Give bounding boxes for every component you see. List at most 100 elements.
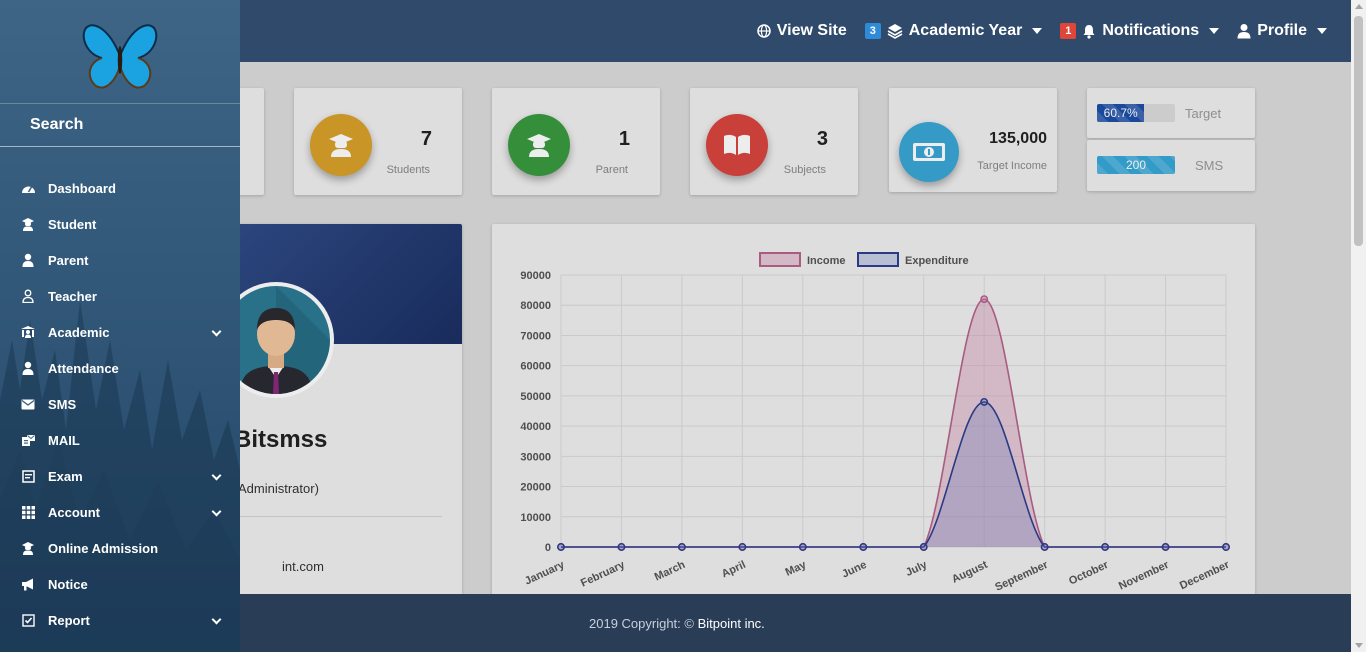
- notifications-badge: 1: [1060, 23, 1077, 39]
- students-count: 7: [420, 128, 432, 150]
- expenditure-point: [1040, 543, 1049, 551]
- exam-icon: [20, 469, 36, 483]
- x-tick-label: November: [1117, 559, 1171, 593]
- income-expenditure-chart: 0 10000 20000 30000 40000 50000 60000 70000 8000…: [520, 252, 1232, 594]
- sidebar-item-label: Online Admission: [48, 540, 159, 556]
- scroll-down-arrow-icon[interactable]: [1355, 643, 1363, 648]
- y-tick-label: 80000: [520, 300, 551, 312]
- sidebar-item-dashboard[interactable]: Dashboard: [0, 170, 240, 206]
- profile-role: Administrator): [238, 481, 319, 496]
- sms-progress-bar: 200: [1097, 156, 1175, 174]
- layers-icon: [887, 24, 903, 39]
- megaphone-icon: [20, 577, 36, 591]
- expenditure-legend-swatch: [857, 252, 899, 267]
- sms-progress-label: SMS: [1195, 158, 1224, 173]
- expenditure-point: [980, 397, 989, 406]
- income-line: [561, 298, 1226, 548]
- academic-year-label: Academic Year: [908, 22, 1023, 39]
- sidebar-item-teacher[interactable]: Teacher: [0, 278, 240, 314]
- checkbox-icon: [20, 613, 36, 627]
- sidebar-item-online-admission[interactable]: Online Admission: [0, 530, 240, 566]
- profile-label: Profile: [1257, 22, 1307, 39]
- income-icon-circle: [899, 122, 959, 182]
- y-tick-label: 50000: [520, 391, 551, 403]
- footer-brand-link[interactable]: Bitpoint inc.: [698, 616, 765, 631]
- view-site-link[interactable]: View Site: [757, 22, 847, 40]
- sidebar-item-parent[interactable]: Parent: [0, 242, 240, 278]
- book-icon: [724, 134, 750, 155]
- academic-year-dropdown[interactable]: 3 Academic Year: [864, 22, 1043, 40]
- income-legend-swatch: [759, 252, 801, 267]
- parent-label: Parent: [595, 164, 628, 176]
- chevron-down-icon: [211, 326, 222, 337]
- sidebar-search-label: Search: [30, 116, 84, 133]
- bell-icon: [1083, 24, 1095, 39]
- profile-name: Bitsmss: [234, 426, 328, 453]
- sidebar-item-account[interactable]: Account: [0, 494, 240, 530]
- subjects-icon-circle: [706, 114, 768, 176]
- graduate-icon: [527, 134, 551, 157]
- caret-down-icon: [1317, 28, 1327, 34]
- sidebar-item-label: Notice: [48, 576, 88, 592]
- sidebar-item-label: Exam: [48, 468, 83, 484]
- money-icon: [913, 143, 945, 161]
- sidebar-item-attendance[interactable]: Attendance: [0, 350, 240, 386]
- x-tick-label: January: [523, 558, 567, 587]
- sidebar-item-label: Parent: [48, 252, 89, 268]
- expenditure-legend-label: Expenditure: [905, 255, 969, 267]
- subjects-label: Subjects: [783, 164, 826, 176]
- students-icon-circle: [310, 114, 372, 176]
- envelope-icon: [20, 397, 36, 411]
- profile-dropdown[interactable]: Profile: [1237, 22, 1327, 40]
- sidebar: Search Dashboard Student Parent Teacher Acad…: [0, 0, 240, 652]
- parent-icon-circle: [508, 114, 570, 176]
- footer-copyright: 2019 Copyright: © Bitpoint inc.: [589, 616, 765, 631]
- chevron-down-icon: [211, 470, 222, 481]
- sidebar-item-mail[interactable]: MAIL: [0, 422, 240, 458]
- expenditure-line: [561, 401, 1226, 548]
- footer-text: 2019 Copyright: ©: [589, 616, 698, 631]
- user-icon: [20, 253, 36, 267]
- y-tick-label: 10000: [520, 512, 551, 524]
- target-progress-label: Target: [1185, 106, 1222, 121]
- scrollbar-thumb[interactable]: [1354, 16, 1363, 246]
- sidebar-search[interactable]: Search: [0, 103, 240, 147]
- stat-card-target-income[interactable]: 135,000 Target Income: [889, 88, 1057, 192]
- butterfly-logo: [82, 24, 158, 89]
- target-progress-fill: 60.7%: [1097, 104, 1145, 122]
- page-scrollbar[interactable]: [1351, 0, 1366, 652]
- y-tick-label: 30000: [520, 451, 551, 463]
- sidebar-item-sms[interactable]: SMS: [0, 386, 240, 422]
- x-tick-label: June: [840, 559, 868, 581]
- stat-card-subjects[interactable]: 3 Subjects: [690, 88, 858, 195]
- stat-card-students[interactable]: 7 Students: [294, 88, 462, 195]
- expenditure-point: [617, 543, 626, 551]
- target-income-label: Target Income: [977, 160, 1047, 172]
- parent-count: 1: [618, 128, 630, 150]
- expenditure-point: [1101, 543, 1110, 551]
- sidebar-item-label: Account: [48, 504, 100, 520]
- sidebar-item-notice[interactable]: Notice: [0, 566, 240, 602]
- expenditure-point: [919, 543, 928, 551]
- mail-icon: [20, 433, 36, 447]
- user-icon: [1237, 24, 1251, 39]
- sidebar-item-academic[interactable]: Academic: [0, 314, 240, 350]
- x-tick-label: July: [904, 558, 930, 579]
- sidebar-item-label: Attendance: [48, 360, 119, 376]
- user-outline-icon: [20, 289, 36, 303]
- expenditure-point: [798, 543, 807, 551]
- sidebar-item-exam[interactable]: Exam: [0, 458, 240, 494]
- x-tick-label: August: [950, 559, 990, 586]
- notifications-dropdown[interactable]: 1 Notifications: [1060, 22, 1220, 40]
- expenditure-point: [557, 543, 565, 551]
- scroll-up-arrow-icon[interactable]: [1355, 4, 1363, 9]
- caret-down-icon: [1209, 28, 1220, 34]
- sidebar-item-student[interactable]: Student: [0, 206, 240, 242]
- students-label: Students: [386, 164, 430, 176]
- caret-down-icon: [1032, 28, 1043, 34]
- stat-card-parent[interactable]: 1 Parent: [492, 88, 660, 195]
- y-tick-label: 20000: [520, 482, 551, 494]
- x-tick-label: May: [784, 558, 809, 578]
- sidebar-item-report[interactable]: Report: [0, 602, 240, 638]
- chevron-down-icon: [211, 614, 222, 625]
